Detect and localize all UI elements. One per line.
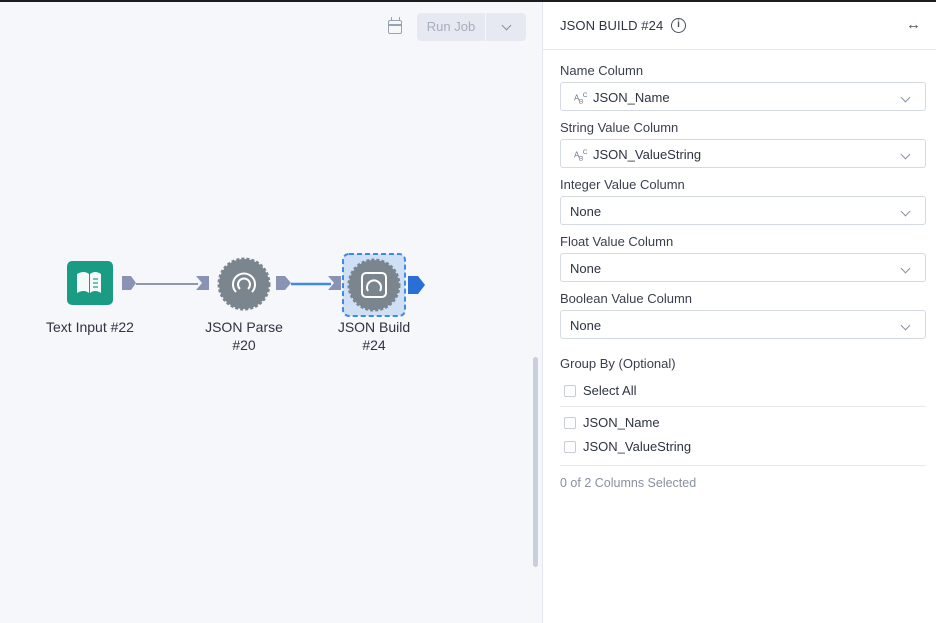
- divider: [560, 465, 926, 466]
- tool-text-input[interactable]: [67, 261, 136, 305]
- select-all-checkbox-row[interactable]: Select All: [564, 383, 636, 398]
- panel-header: JSON BUILD #24 i ↔: [543, 2, 936, 50]
- workflow-canvas[interactable]: Run Job Text Input #22 JSON Parse #20 JS…: [0, 2, 542, 623]
- tool-json-build[interactable]: [328, 253, 425, 317]
- panel-title: JSON BUILD #24: [560, 18, 664, 33]
- string-value-column-label: String Value Column: [560, 120, 679, 135]
- integer-value-column-label: Integer Value Column: [560, 177, 685, 192]
- name-column-select[interactable]: ABC JSON_Name: [560, 82, 926, 111]
- group-by-column-label: JSON_ValueString: [583, 439, 692, 454]
- integer-value-column-value: None: [570, 204, 602, 219]
- info-icon[interactable]: i: [671, 18, 686, 33]
- select-all-label: Select All: [583, 383, 637, 398]
- chevron-down-icon: [900, 263, 911, 274]
- string-type-icon: ABC: [574, 92, 588, 106]
- group-by-column-row[interactable]: JSON_ValueString: [564, 439, 691, 454]
- json-build-label-line1: JSON Build: [337, 319, 411, 335]
- output-anchor[interactable]: [122, 276, 136, 290]
- group-by-checkbox[interactable]: [564, 416, 576, 429]
- boolean-value-column-value: None: [570, 318, 602, 333]
- text-input-label: Text Input #22: [46, 319, 134, 335]
- canvas-scrollbar[interactable]: [533, 357, 538, 567]
- float-value-column-label: Float Value Column: [560, 234, 674, 249]
- chevron-down-icon: [900, 320, 911, 331]
- json-build-label-line2: #24: [362, 337, 386, 353]
- tool-json-parse[interactable]: [196, 257, 291, 311]
- group-by-label: Group By (Optional): [560, 356, 676, 371]
- output-anchor[interactable]: [276, 276, 291, 290]
- json-parse-label-line2: #20: [232, 337, 256, 353]
- output-anchor[interactable]: [408, 276, 425, 294]
- json-parse-label: JSON Parse #20: [194, 318, 294, 354]
- name-column-label: Name Column: [560, 63, 644, 78]
- group-by-checkbox[interactable]: [564, 440, 576, 453]
- divider: [560, 406, 926, 407]
- string-value-column-value: JSON_ValueString: [593, 147, 702, 162]
- chevron-down-icon: [900, 206, 911, 217]
- group-by-column-row[interactable]: JSON_Name: [564, 415, 660, 430]
- chevron-down-icon: [900, 92, 911, 103]
- group-by-column-label: JSON_Name: [583, 415, 660, 430]
- columns-selected-count: 0 of 2 Columns Selected: [560, 476, 697, 490]
- json-build-label: JSON Build #24: [324, 318, 424, 354]
- workflow-graph: [67, 253, 425, 317]
- name-column-value: JSON_Name: [593, 90, 670, 105]
- input-anchor[interactable]: [196, 276, 209, 290]
- string-value-column-select[interactable]: ABC JSON_ValueString: [560, 139, 926, 168]
- configuration-panel: JSON BUILD #24 i ↔ Name Column ABC JSON_…: [542, 2, 936, 623]
- float-value-column-value: None: [570, 261, 602, 276]
- integer-value-column-select[interactable]: None: [560, 196, 926, 225]
- select-all-checkbox[interactable]: [564, 384, 576, 397]
- expand-arrows-icon[interactable]: ↔: [906, 16, 921, 33]
- chevron-down-icon: [900, 149, 911, 160]
- json-parse-label-line1: JSON Parse: [205, 319, 283, 335]
- string-type-icon: ABC: [574, 149, 588, 163]
- float-value-column-select[interactable]: None: [560, 253, 926, 282]
- boolean-value-column-select[interactable]: None: [560, 310, 926, 339]
- boolean-value-column-label: Boolean Value Column: [560, 291, 693, 306]
